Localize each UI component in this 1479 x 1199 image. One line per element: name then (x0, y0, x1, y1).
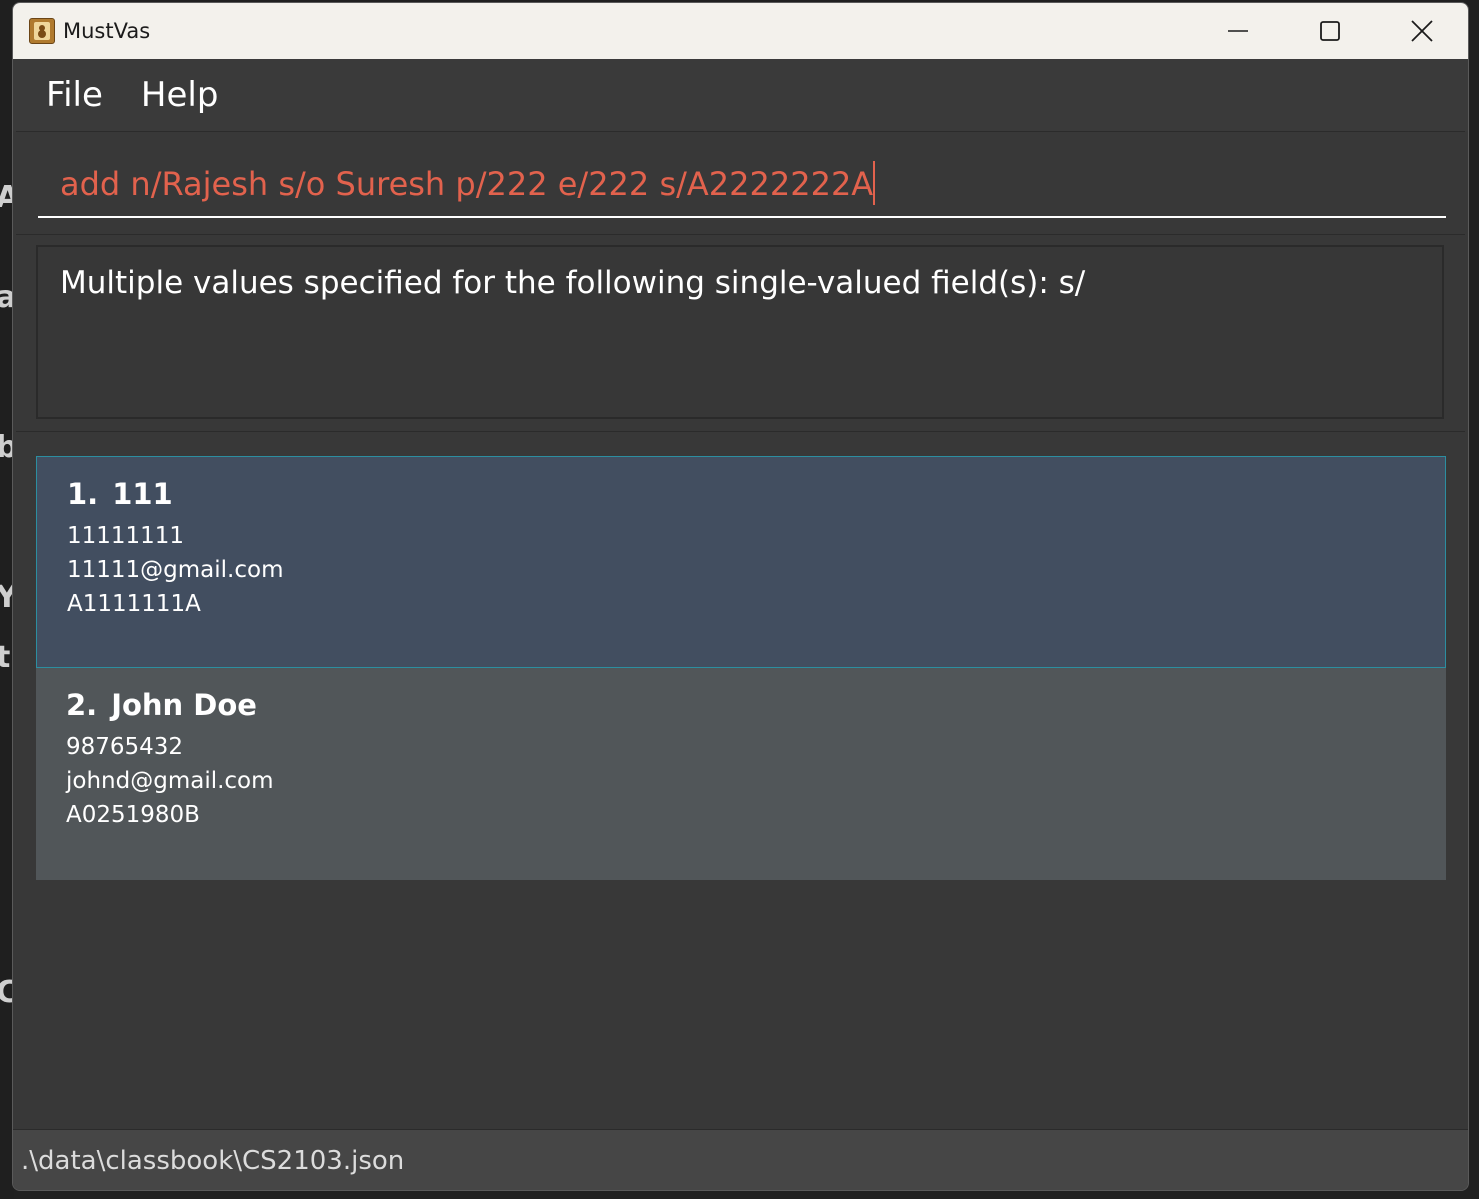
close-button[interactable] (1376, 3, 1468, 59)
person-student-id: A0251980B (66, 802, 200, 828)
person-name: John Doe (111, 688, 257, 722)
result-display-pane: Multiple values specified for the follow… (16, 235, 1465, 432)
person-index: 1. (67, 477, 99, 511)
status-bar: .\data\classbook\CS2103.json (13, 1129, 1468, 1190)
menu-help[interactable]: Help (141, 75, 219, 115)
person-card[interactable]: 2. John Doe 98765432 johnd@gmail.com A025… (36, 668, 1446, 880)
person-student-id: A1111111A (67, 591, 201, 617)
menu-file[interactable]: File (46, 75, 103, 115)
person-phone: 98765432 (66, 734, 184, 760)
person-name-line: 2. John Doe (66, 688, 257, 722)
person-email: johnd@gmail.com (66, 768, 274, 794)
menu-bar: File Help (13, 59, 1468, 131)
command-input[interactable]: add n/Rajesh s/o Suresh p/222 e/222 s/A2… (38, 150, 1446, 218)
result-message: Multiple values specified for the follow… (60, 265, 1086, 301)
app-window: MustVas File Help add n/Rajesh s/o Sures… (12, 2, 1469, 1191)
address-book-icon (29, 18, 55, 44)
title-bar[interactable]: MustVas (13, 3, 1468, 59)
minimize-icon (1228, 30, 1248, 32)
person-name-line: 1. 111 (67, 477, 173, 511)
command-box-pane: add n/Rajesh s/o Suresh p/222 e/222 s/A2… (16, 131, 1465, 235)
person-index: 2. (66, 688, 98, 722)
close-icon (1411, 20, 1433, 42)
window-title: MustVas (63, 19, 151, 43)
maximize-button[interactable] (1284, 3, 1376, 59)
person-card[interactable]: 1. 111 11111111 11111@gmail.com A1111111A (36, 456, 1446, 668)
window-controls (1192, 3, 1468, 59)
maximize-icon (1320, 21, 1340, 41)
person-name: 111 (112, 477, 173, 511)
person-email: 11111@gmail.com (67, 557, 284, 583)
minimize-button[interactable] (1192, 3, 1284, 59)
result-display[interactable]: Multiple values specified for the follow… (36, 245, 1444, 419)
save-location: .\data\classbook\CS2103.json (21, 1145, 405, 1176)
command-text: add n/Rajesh s/o Suresh p/222 e/222 s/A2… (60, 165, 874, 203)
person-list-pane[interactable]: 1. 111 11111111 11111@gmail.com A1111111A… (16, 435, 1465, 1128)
person-phone: 11111111 (67, 523, 185, 549)
text-caret (873, 161, 876, 205)
